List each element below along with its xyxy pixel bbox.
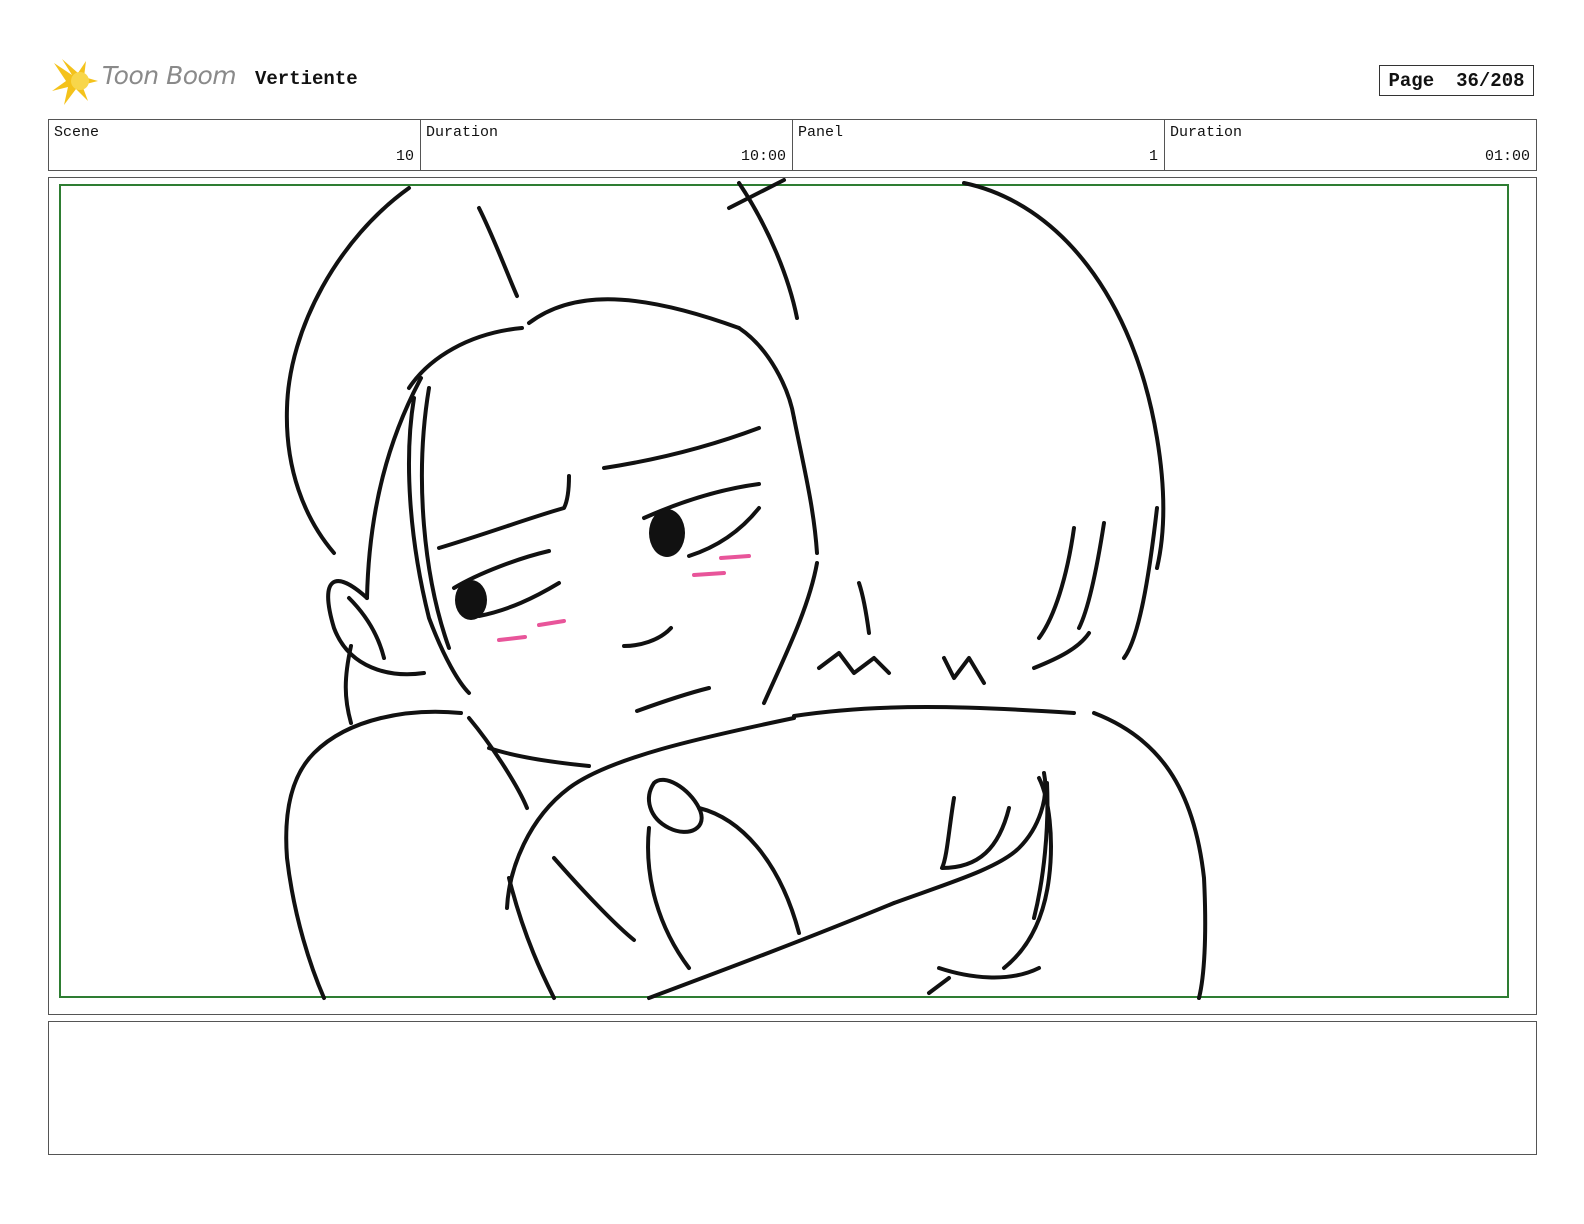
- page-number: 36/208: [1456, 69, 1525, 92]
- notes-area[interactable]: [48, 1021, 1537, 1155]
- scene-label: Scene: [54, 124, 100, 141]
- page-label: Page: [1388, 69, 1435, 92]
- scene-duration-label: Duration: [426, 124, 499, 141]
- pupils: [455, 509, 685, 620]
- scene-value: 10: [395, 148, 414, 165]
- project-title: Vertiente: [255, 68, 358, 90]
- sketch-lines: [284, 178, 1208, 1000]
- scene-duration-value: 10:00: [740, 148, 786, 165]
- panel-duration-label: Duration: [1170, 124, 1243, 141]
- panel-duration-cell: Duration 01:00: [1165, 120, 1536, 170]
- left-pupil: [455, 580, 487, 620]
- panel-drawing: [59, 178, 1509, 1000]
- panel-value: 1: [1148, 148, 1158, 165]
- scene-duration-cell: Duration 10:00: [421, 120, 793, 170]
- safe-frame: [59, 184, 1509, 998]
- logo-text: Toon Boom: [102, 61, 237, 90]
- scene-cell: Scene 10: [49, 120, 421, 170]
- panel-info-row: Scene 10 Duration 10:00 Panel 1 Duration…: [48, 119, 1537, 171]
- starburst-icon: [52, 59, 98, 105]
- blush-marks: [497, 554, 751, 642]
- panel-cell: Panel 1: [793, 120, 1165, 170]
- toon-boom-logo: Toon Boom: [50, 55, 240, 107]
- storyboard-panel: [48, 177, 1537, 1015]
- panel-duration-value: 01:00: [1484, 148, 1530, 165]
- page-indicator: Page 36/208: [1379, 65, 1534, 96]
- panel-label: Panel: [798, 124, 844, 141]
- right-pupil: [649, 509, 685, 557]
